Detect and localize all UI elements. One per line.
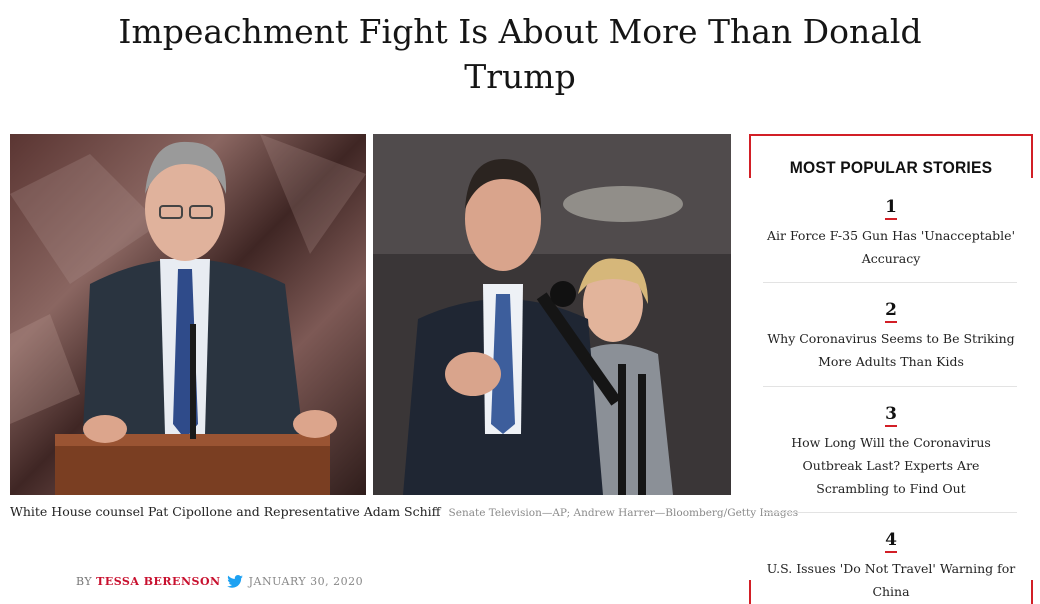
story-number: 4: [885, 531, 897, 553]
story-headline-line: Air Force F-35 Gun Has 'Unacceptable': [766, 228, 1016, 243]
story-headline-line: U.S. Issues 'Do Not Travel' Warning for: [766, 561, 1016, 576]
twitter-bird-icon[interactable]: [226, 575, 243, 588]
caption-text: White House counsel Pat Cipollone and Re…: [10, 504, 441, 519]
article-date: JANUARY 30, 2020: [248, 575, 364, 588]
popular-story-2[interactable]: 2 Why Coronavirus Seems to Be Striking M…: [763, 300, 1019, 373]
author-link[interactable]: TESSA BERENSON: [96, 575, 220, 588]
story-headline: Air Force F-35 Gun Has 'Unacceptable' Ac…: [763, 224, 1019, 270]
story-headline-line: Accuracy: [861, 251, 921, 266]
article-headline: Impeachment Fight Is About More Than Don…: [0, 0, 1040, 99]
story-headline: Why Coronavirus Seems to Be Striking Mor…: [763, 327, 1019, 373]
popular-story-1[interactable]: 1 Air Force F-35 Gun Has 'Unacceptable' …: [763, 197, 1019, 270]
story-divider: [763, 282, 1017, 283]
story-headline-line: Scrambling to Find Out: [816, 481, 966, 496]
story-divider: [763, 512, 1017, 513]
popular-story-3[interactable]: 3 How Long Will the Coronavirus Outbreak…: [763, 404, 1019, 500]
photo-adam-schiff: [373, 134, 731, 495]
popular-frame-bottom: [749, 580, 1033, 604]
story-number: 1: [885, 198, 897, 220]
byline: BY TESSA BERENSON JANUARY 30, 2020: [76, 575, 363, 588]
story-number: 2: [885, 301, 897, 323]
story-headline-line: Outbreak Last? Experts Are: [802, 458, 980, 473]
story-headline: How Long Will the Coronavirus Outbreak L…: [763, 431, 1019, 500]
byline-prefix: BY: [76, 575, 93, 588]
story-number: 3: [885, 405, 897, 427]
story-divider: [763, 386, 1017, 387]
story-headline-line: How Long Will the Coronavirus: [791, 435, 991, 450]
photo-caption: White House counsel Pat Cipollone and Re…: [10, 504, 798, 519]
photo-pat-cipollone: [10, 134, 366, 495]
story-headline-line: More Adults Than Kids: [818, 354, 964, 369]
popular-title: MOST POPULAR STORIES: [789, 158, 993, 177]
headline-line: Trump: [464, 57, 576, 96]
story-headline-line: Why Coronavirus Seems to Be Striking: [767, 331, 1015, 346]
headline-line: Impeachment Fight Is About More Than Don…: [118, 12, 922, 51]
most-popular-stories: MOST POPULAR STORIES 1 Air Force F-35 Gu…: [749, 134, 1033, 604]
photo-credit: Senate Television—AP; Andrew Harrer—Bloo…: [448, 507, 799, 519]
headline-partial-line: [0, 0, 1040, 9]
